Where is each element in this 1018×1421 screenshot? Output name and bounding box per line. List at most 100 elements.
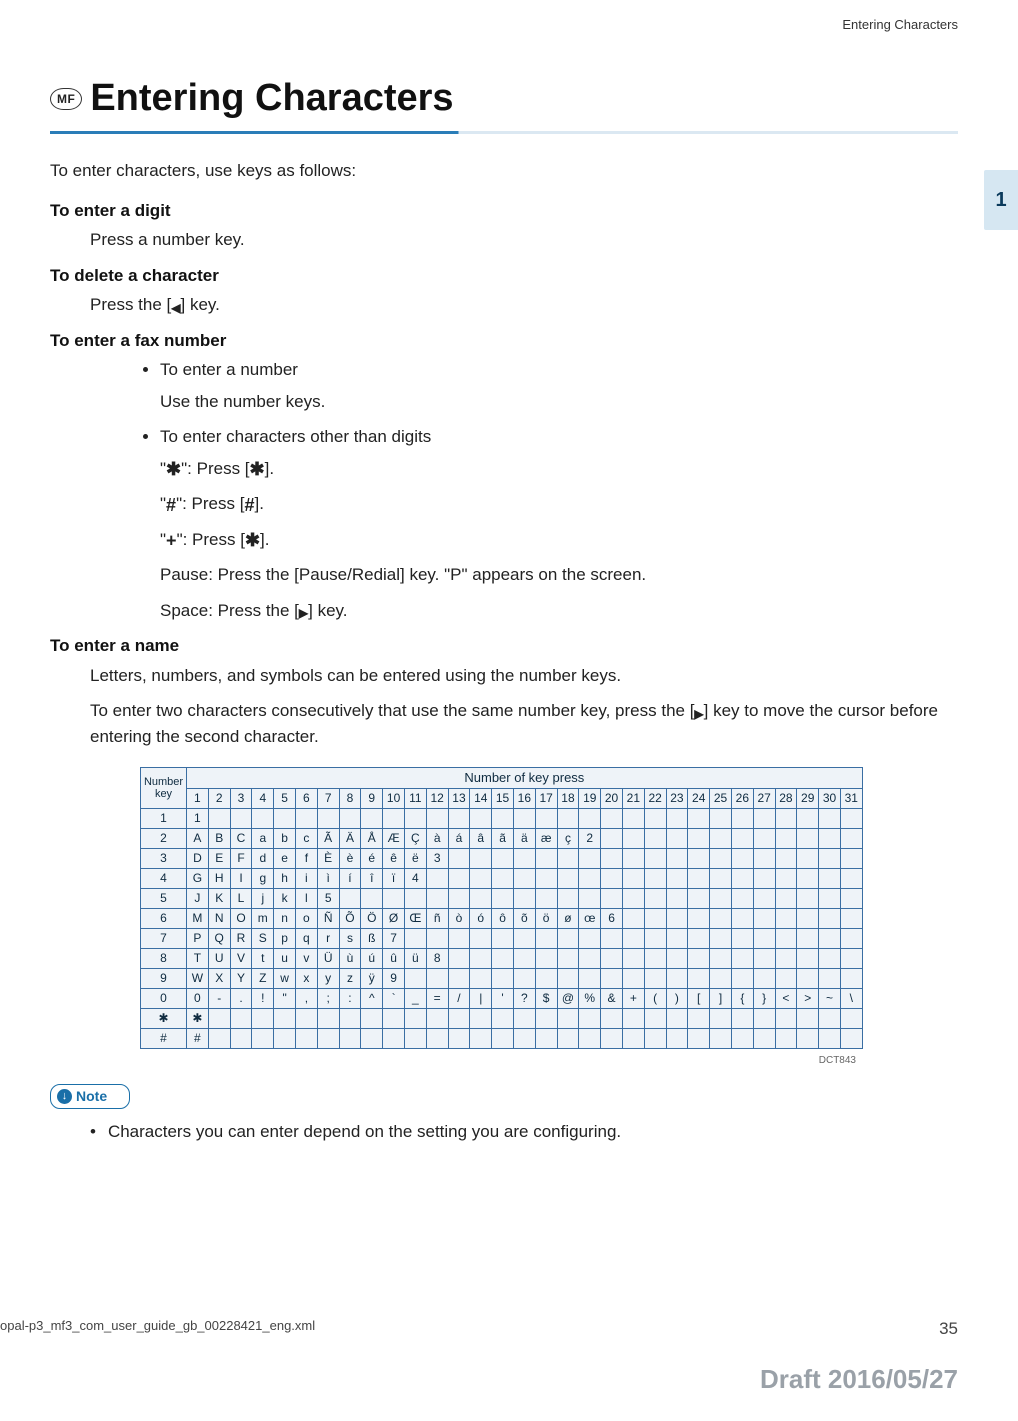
char-cell: ü [404,948,426,968]
char-cell [819,848,841,868]
char-cell: è [339,848,361,868]
char-cell [688,948,710,968]
char-cell [644,1008,666,1028]
char-cell [317,808,339,828]
col-header: 20 [601,788,623,808]
char-cell [492,848,514,868]
char-cell: @ [557,988,579,1008]
char-cell [840,888,862,908]
char-cell [622,1028,644,1048]
char-cell [622,828,644,848]
char-cell [535,948,557,968]
hash-mid: ": Press [ [176,494,244,513]
char-cell [208,808,230,828]
char-cell: A [187,828,209,848]
char-cell: N [208,908,230,928]
char-cell: t [252,948,274,968]
char-cell: b [274,828,296,848]
char-cell [601,888,623,908]
char-cell [383,1028,405,1048]
col-header: 9 [361,788,383,808]
fax-bullets: To enter a number [160,357,958,383]
char-cell: Ø [383,908,405,928]
char-cell [601,928,623,948]
row-key: 0 [141,988,187,1008]
char-cell [492,1008,514,1028]
row-key: 4 [141,868,187,888]
char-cell [579,808,601,828]
col-header: 7 [317,788,339,808]
enter-digit-text: Press a number key. [90,227,958,253]
char-cell [666,848,688,868]
char-cell: v [295,948,317,968]
char-cell [819,828,841,848]
col-header: 26 [731,788,753,808]
char-cell [797,828,819,848]
char-cell [492,808,514,828]
space-suffix: ] key. [308,601,347,620]
char-cell [470,808,492,828]
row-key: ✱ [141,1008,187,1028]
col-header: 21 [622,788,644,808]
char-cell: 0 [187,988,209,1008]
col-header: 25 [710,788,732,808]
col-header: 14 [470,788,492,808]
char-cell [513,1028,535,1048]
char-cell: E [208,848,230,868]
char-cell [688,828,710,848]
char-cell [753,828,775,848]
triangle-left-icon [171,296,180,316]
char-cell [557,968,579,988]
plus-mid: ": Press [ [177,530,245,549]
char-cell [557,948,579,968]
char-cell [383,888,405,908]
char-cell: \ [840,988,862,1008]
char-cell [710,928,732,948]
char-cell: z [339,968,361,988]
char-cell: Å [361,828,383,848]
page-footer: opal-p3_mf3_com_user_guide_gb_00228421_e… [0,1316,1018,1342]
char-cell: ) [666,988,688,1008]
char-cell [404,888,426,908]
char-cell [579,848,601,868]
delete-suffix: ] key. [181,295,220,314]
char-cell [731,948,753,968]
name-p2-prefix: To enter two characters consecutively th… [90,701,694,720]
down-arrow-icon: ↓ [57,1089,72,1104]
char-cell: 8 [426,948,448,968]
char-cell: î [361,868,383,888]
char-cell [622,808,644,828]
note-label: Note [76,1086,107,1107]
char-cell [448,948,470,968]
char-cell [535,1008,557,1028]
char-cell: ? [513,988,535,1008]
char-cell: e [274,848,296,868]
char-cell [666,948,688,968]
char-cell: û [383,948,405,968]
name-head: To enter a name [50,633,958,659]
char-cell [230,808,252,828]
char-cell [601,848,623,868]
char-cell: s [339,928,361,948]
char-cell: D [187,848,209,868]
char-cell: X [208,968,230,988]
char-cell: I [230,868,252,888]
char-cell [819,868,841,888]
char-cell: Z [252,968,274,988]
char-cell [426,808,448,828]
char-cell [797,948,819,968]
char-cell: 7 [383,928,405,948]
char-cell: L [230,888,252,908]
char-cell: ✱ [187,1008,209,1028]
char-cell [426,1028,448,1048]
char-cell [710,808,732,828]
char-cell: q [295,928,317,948]
char-cell [513,848,535,868]
col-header: 1 [187,788,209,808]
char-cell [840,868,862,888]
char-cell [535,848,557,868]
char-table-wrap: NumberkeyNumber of key press123456789101… [140,767,958,1049]
char-cell: ã [492,828,514,848]
char-cell [601,828,623,848]
char-cell [753,968,775,988]
